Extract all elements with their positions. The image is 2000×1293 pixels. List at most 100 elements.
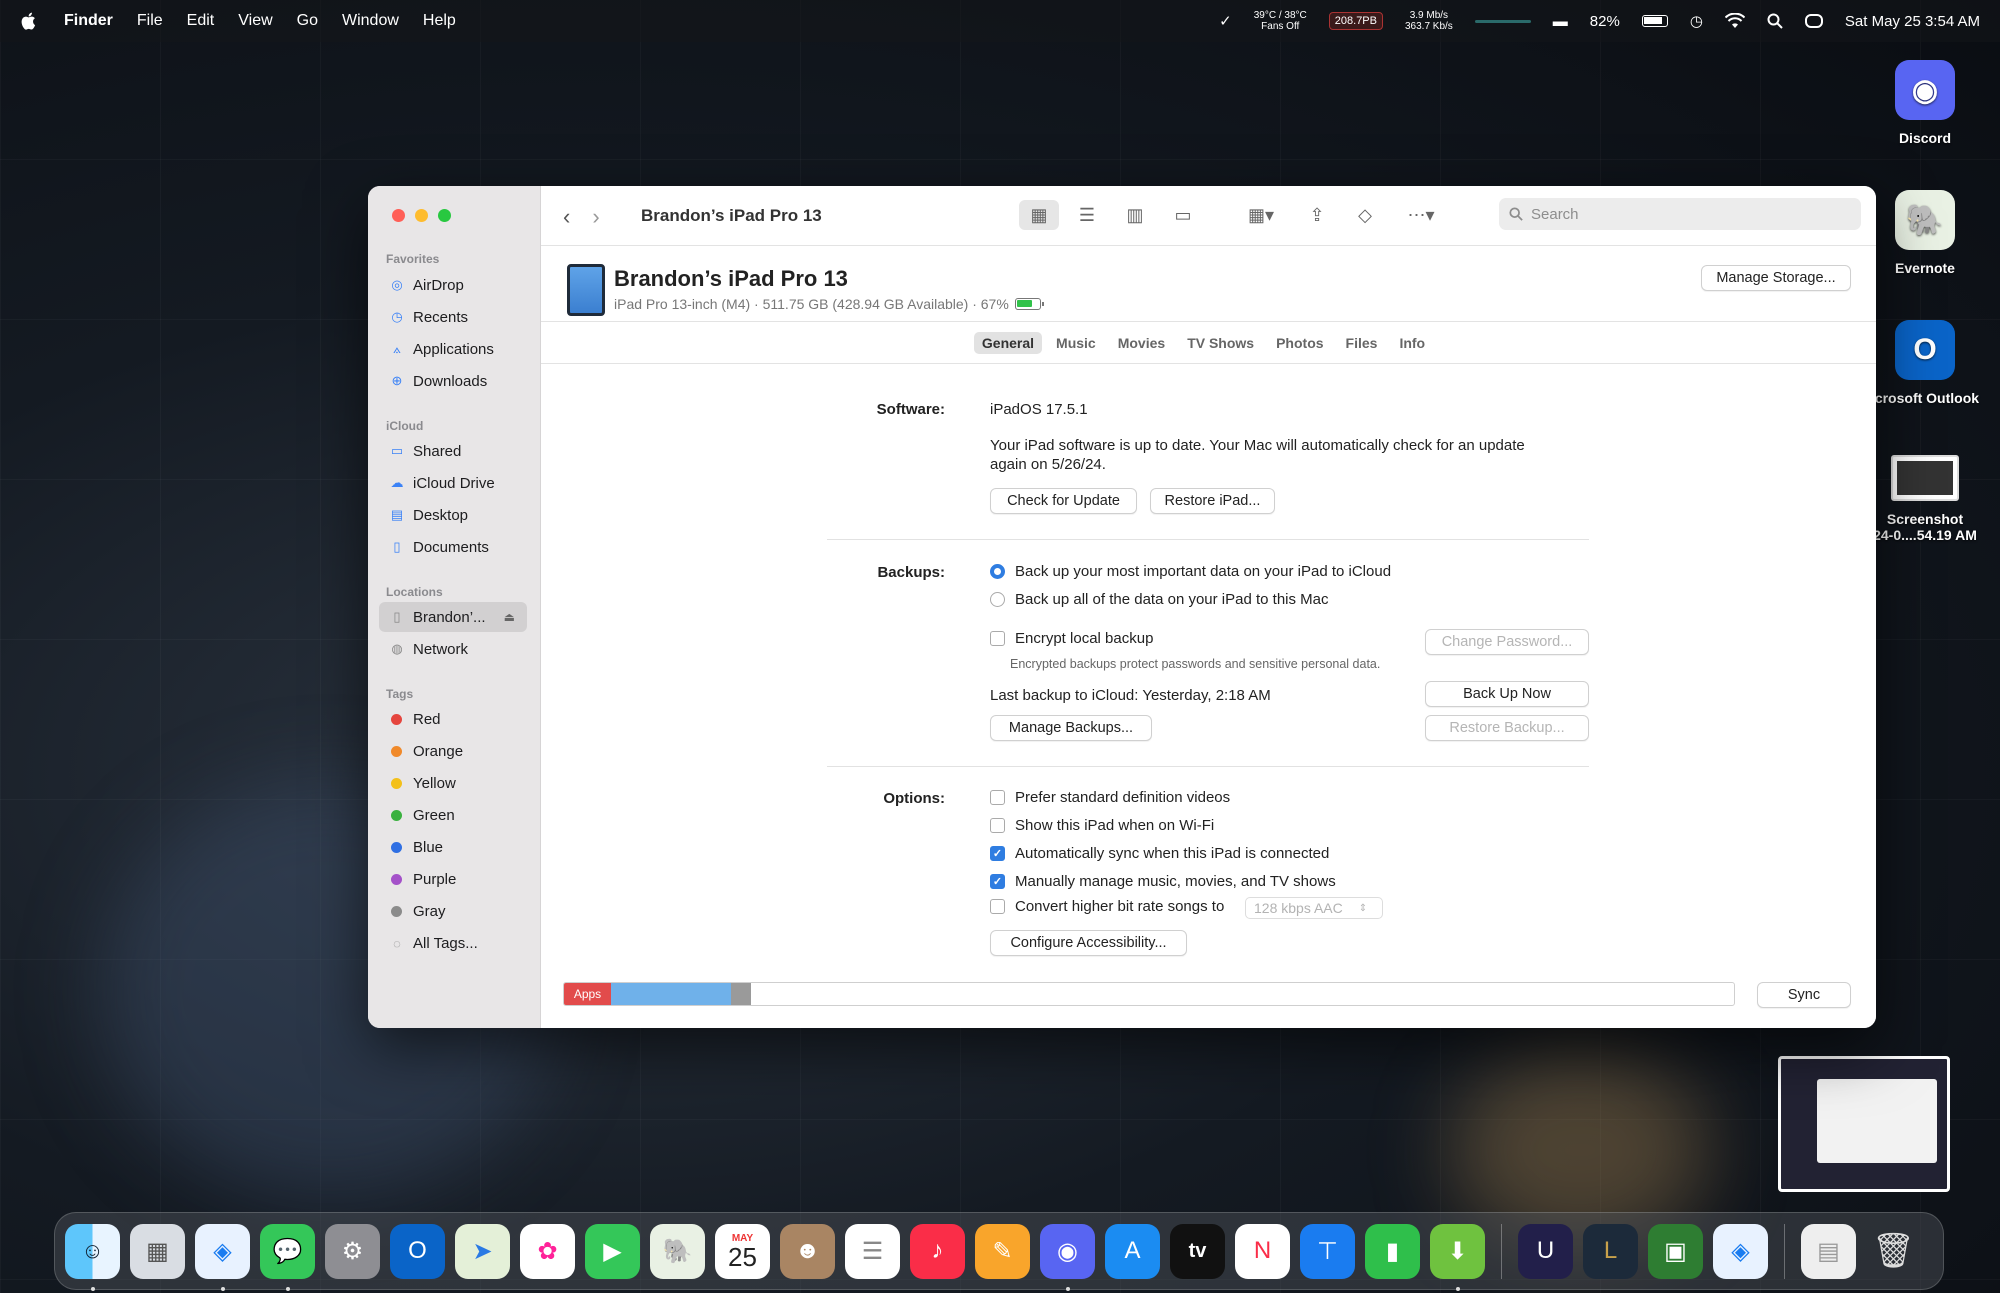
dock-downloads-stack-icon[interactable]: ▤ <box>1801 1223 1856 1279</box>
sidebar-tag-red[interactable]: Red <box>379 704 527 734</box>
tab-movies[interactable]: Movies <box>1110 332 1173 354</box>
sidebar-item-documents[interactable]: ▯ Documents <box>379 532 527 562</box>
apple-menu-icon[interactable] <box>20 11 38 31</box>
checkmark-circle-icon[interactable]: ✓ <box>1219 12 1232 30</box>
option-manual-manage[interactable]: ✓ Manually manage music, movies, and TV s… <box>990 873 1336 890</box>
menu-clock[interactable]: Sat May 25 3:54 AM <box>1845 13 1980 30</box>
dock-league-icon[interactable]: L <box>1583 1223 1638 1279</box>
more-actions-button[interactable]: ⋯▾ <box>1393 200 1449 230</box>
backup-mac-option[interactable]: Back up all of the data on your iPad to … <box>990 591 1329 608</box>
control-center-icon[interactable] <box>1804 14 1823 28</box>
dock-facetime-icon[interactable]: ▶ <box>585 1223 640 1279</box>
zoom-button[interactable] <box>438 209 451 222</box>
checkbox[interactable] <box>990 790 1005 805</box>
sync-button[interactable]: Sync <box>1757 982 1851 1008</box>
sidebar-tag-gray[interactable]: Gray <box>379 896 527 926</box>
battery-percent[interactable]: 82% <box>1590 13 1620 30</box>
option-sd-videos[interactable]: Prefer standard definition videos <box>990 789 1230 806</box>
search-field[interactable]: Search <box>1499 198 1861 230</box>
spotlight-search-icon[interactable] <box>1767 13 1783 29</box>
restore-ipad-button[interactable]: Restore iPad... <box>1150 488 1275 514</box>
desktop-icon-outlook[interactable]: O icrosoft Outlook <box>1870 320 1980 406</box>
tab-files[interactable]: Files <box>1338 332 1386 354</box>
screenshot-floating-thumbnail[interactable] <box>1778 1056 1950 1192</box>
checkbox-checked[interactable]: ✓ <box>990 874 1005 889</box>
dock-outlook-icon[interactable]: O <box>390 1223 445 1279</box>
dock-music-icon[interactable]: ♪ <box>910 1223 965 1279</box>
restore-backup-button[interactable]: Restore Backup... <box>1425 715 1589 741</box>
checkbox[interactable] <box>990 631 1005 646</box>
menu-edit[interactable]: Edit <box>187 12 215 30</box>
time-machine-icon[interactable]: ◷ <box>1690 12 1703 30</box>
sidebar-item-desktop[interactable]: ▤ Desktop <box>379 500 527 530</box>
sidebar-item-icloud-drive[interactable]: ☁ iCloud Drive <box>379 468 527 498</box>
sidebar-item-recents[interactable]: ◷ Recents <box>379 302 527 332</box>
share-button[interactable]: ⇪ <box>1297 200 1337 230</box>
tab-info[interactable]: Info <box>1391 332 1433 354</box>
dock-messages-icon[interactable]: 💬 <box>260 1223 315 1291</box>
dock-discord-icon[interactable]: ◉ <box>1040 1223 1095 1291</box>
dock-trash-icon[interactable]: 🗑 <box>1866 1224 1921 1279</box>
forward-chevron-icon[interactable]: › <box>592 204 599 230</box>
sidebar-all-tags[interactable]: ◌ All Tags... <box>379 928 527 958</box>
icon-view-button[interactable]: ▦ <box>1019 200 1059 230</box>
dock-ulysses-icon[interactable]: U <box>1518 1223 1573 1279</box>
dock-pages-icon[interactable]: ✎ <box>975 1223 1030 1279</box>
encrypt-backup-checkbox[interactable]: Encrypt local backup <box>990 630 1153 647</box>
sidebar-item-shared[interactable]: ▭ Shared <box>379 436 527 466</box>
sidebar-item-network[interactable]: ◍ Network <box>379 634 527 664</box>
menu-window[interactable]: Window <box>342 12 399 30</box>
dock-keynote-icon[interactable]: ⊤ <box>1300 1223 1355 1279</box>
radio-unselected[interactable] <box>990 592 1005 607</box>
dock-apple-tv-icon[interactable]: tv <box>1170 1223 1225 1279</box>
dock-app-store-icon[interactable]: A <box>1105 1223 1160 1279</box>
dock-system-settings-icon[interactable]: ⚙ <box>325 1223 380 1279</box>
dock-photos-icon[interactable]: ✿ <box>520 1223 575 1279</box>
tab-tv-shows[interactable]: TV Shows <box>1179 332 1262 354</box>
dock-maps-icon[interactable]: ➤ <box>455 1223 510 1279</box>
back-chevron-icon[interactable]: ‹ <box>563 204 570 230</box>
sidebar-item-downloads[interactable]: ⊕ Downloads <box>379 366 527 396</box>
network-speed-widget[interactable]: 3.9 Mb/s 363.7 Kb/s <box>1405 10 1453 32</box>
tag-button[interactable]: ◇ <box>1345 200 1385 230</box>
manage-storage-button[interactable]: Manage Storage... <box>1701 265 1851 291</box>
sidebar-tag-purple[interactable]: Purple <box>379 864 527 894</box>
dock-finder-icon[interactable]: ☺ <box>65 1223 120 1291</box>
radio-selected[interactable] <box>990 564 1005 579</box>
check-for-update-button[interactable]: Check for Update <box>990 488 1137 514</box>
backup-icloud-option[interactable]: Back up your most important data on your… <box>990 563 1391 580</box>
dock-safari-icon[interactable]: ◈ <box>195 1223 250 1291</box>
bitrate-select[interactable]: 128 kbps AAC ⇕ <box>1245 897 1383 919</box>
temperature-widget[interactable]: 39°C / 38°C Fans Off <box>1254 10 1307 32</box>
option-auto-sync[interactable]: ✓ Automatically sync when this iPad is co… <box>990 845 1329 862</box>
back-up-now-button[interactable]: Back Up Now <box>1425 681 1589 707</box>
tab-photos[interactable]: Photos <box>1268 332 1331 354</box>
battery-icon[interactable] <box>1641 15 1668 27</box>
list-view-button[interactable]: ☰ <box>1067 200 1107 230</box>
bed-icon[interactable]: ▬ <box>1553 13 1568 30</box>
checkbox[interactable] <box>990 899 1005 914</box>
option-convert-bitrate[interactable]: Convert higher bit rate songs to <box>990 898 1224 915</box>
menu-app-name[interactable]: Finder <box>64 12 113 30</box>
checkbox[interactable] <box>990 818 1005 833</box>
dock-remote-desktop-icon[interactable]: ▣ <box>1648 1223 1703 1279</box>
menu-help[interactable]: Help <box>423 12 456 30</box>
dock-launchpad-icon[interactable]: ▦ <box>130 1223 185 1279</box>
dock-safari-window-icon[interactable]: ◈ <box>1713 1223 1768 1279</box>
menu-file[interactable]: File <box>137 12 163 30</box>
sidebar-item-airdrop[interactable]: ◎ AirDrop <box>379 270 527 300</box>
storage-bar[interactable]: Apps <box>563 982 1735 1006</box>
sidebar-tag-yellow[interactable]: Yellow <box>379 768 527 798</box>
sidebar-item-applications[interactable]: ⟑ Applications <box>379 334 527 364</box>
change-password-button[interactable]: Change Password... <box>1425 629 1589 655</box>
dock-install-icon[interactable]: ⬇ <box>1430 1223 1485 1291</box>
wifi-icon[interactable] <box>1724 13 1745 29</box>
dock-calendar-icon[interactable]: MAY 25 <box>715 1223 770 1279</box>
dock-contacts-icon[interactable]: ☻ <box>780 1223 835 1279</box>
close-button[interactable] <box>392 209 405 222</box>
eject-icon[interactable]: ⏏ <box>504 610 515 624</box>
desktop-icon-discord[interactable]: ◉ Discord <box>1870 60 1980 146</box>
dock-reminders-icon[interactable]: ☰ <box>845 1223 900 1279</box>
desktop-icon-screenshot[interactable]: Screenshot 24-0....54.19 AM <box>1870 455 1980 543</box>
option-show-on-wifi[interactable]: Show this iPad when on Wi-Fi <box>990 817 1214 834</box>
